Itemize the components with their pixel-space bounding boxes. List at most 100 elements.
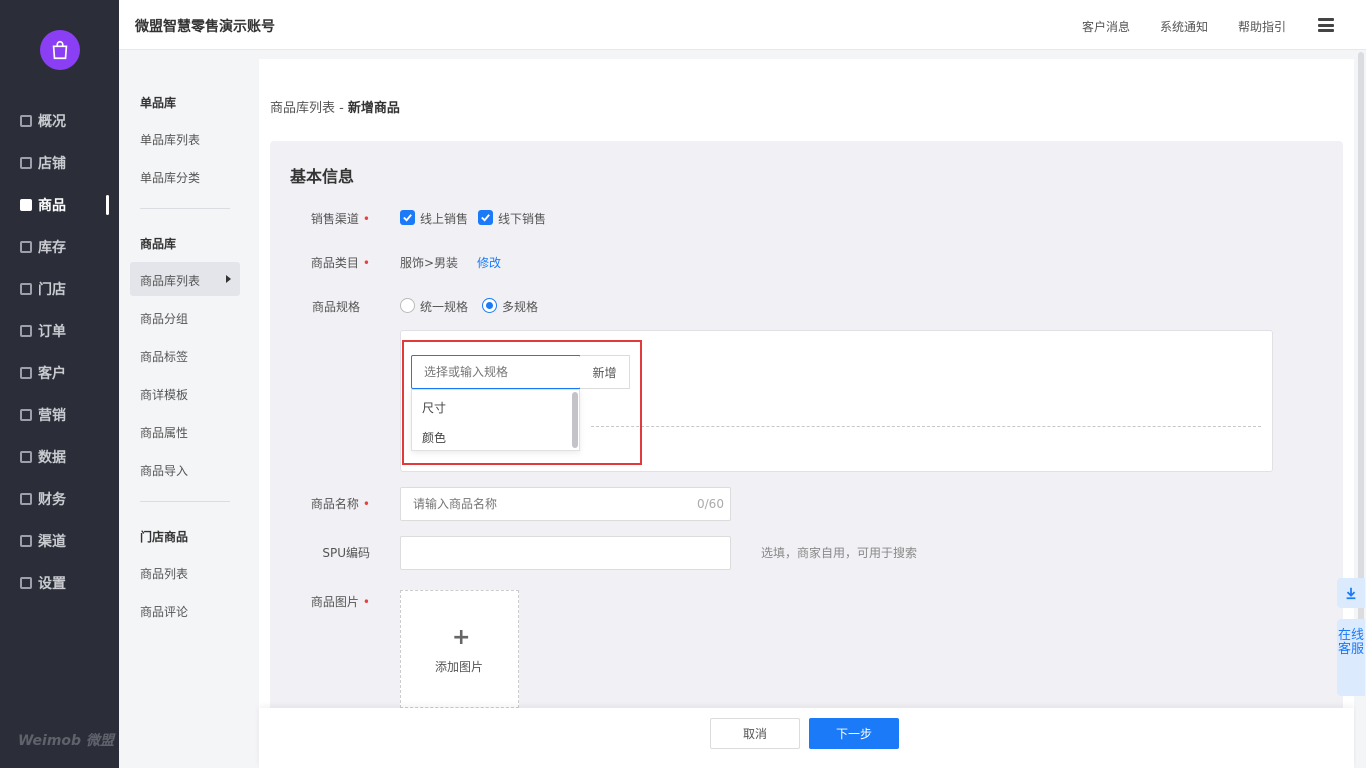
settings-icon (20, 577, 32, 589)
marketing-icon (20, 409, 32, 421)
spec-label: 商品规格 (311, 300, 360, 314)
nav-active-indicator (106, 195, 109, 215)
nav-label: 门店 (38, 282, 66, 298)
required-mark: • (362, 595, 370, 609)
subnav-item-store-goods-list[interactable]: 商品列表 (140, 565, 188, 582)
order-icon (20, 325, 32, 337)
form-footer: 取消 下一步 (259, 708, 1354, 768)
add-image-label: 添加图片 (435, 660, 484, 674)
shop-icon (20, 283, 32, 295)
finance-icon (20, 493, 32, 505)
name-char-counter: 0/60 (697, 497, 724, 511)
shop-bag-logo-icon[interactable] (40, 30, 80, 70)
nav-item-finance[interactable]: 财务 (20, 488, 66, 510)
cancel-button[interactable]: 取消 (710, 718, 800, 749)
unified-spec-radio[interactable] (400, 298, 415, 313)
plus-icon: + (452, 625, 471, 650)
nav-item-goods[interactable]: 商品 (20, 194, 66, 216)
nav-label: 商品 (38, 198, 66, 214)
nav-label: 数据 (38, 450, 66, 466)
offline-sales-checkbox[interactable] (478, 210, 493, 225)
nav-item-marketing[interactable]: 营销 (20, 404, 66, 426)
system-notice-link[interactable]: 系统通知 (1160, 18, 1208, 35)
subnav-item-single-list[interactable]: 单品库列表 (140, 131, 200, 148)
nav-label: 客户 (38, 366, 66, 382)
store-icon (20, 157, 32, 169)
online-service-button[interactable]: 在线客服 (1337, 619, 1365, 696)
download-icon[interactable] (1337, 578, 1365, 608)
spec-select-input[interactable] (411, 355, 581, 389)
nav-item-store[interactable]: 店铺 (20, 152, 66, 174)
image-upload-area[interactable]: + 添加图片 (400, 590, 519, 708)
goods-name-input[interactable] (400, 487, 731, 521)
subnav-item-goods-group[interactable]: 商品分组 (140, 310, 188, 327)
nav-item-inventory[interactable]: 库存 (20, 236, 66, 258)
spec-dropdown: 尺寸 颜色 (411, 389, 580, 451)
hamburger-menu-icon[interactable] (1318, 18, 1334, 32)
nav-item-customer[interactable]: 客户 (20, 362, 66, 384)
main-sidebar: 概况 店铺 商品 库存 门店 订单 客户 营销 数据 财务 渠道 设置 Weim… (0, 0, 119, 768)
inventory-icon (20, 241, 32, 253)
overview-icon (20, 115, 32, 127)
category-label: 商品类目 • (310, 256, 370, 270)
spec-add-button[interactable]: 新增 (580, 355, 630, 389)
subnav-divider (140, 208, 230, 209)
multi-spec-radio[interactable] (482, 298, 497, 313)
nav-item-settings[interactable]: 设置 (20, 572, 66, 594)
caret-right-icon (226, 275, 231, 283)
help-guide-link[interactable]: 帮助指引 (1238, 18, 1286, 35)
spu-hint: 选填，商家自用，可用于搜索 (761, 546, 918, 560)
required-mark: • (362, 212, 370, 226)
unified-spec-label[interactable]: 统一规格 (420, 298, 468, 315)
required-mark: • (362, 256, 370, 270)
channel-icon (20, 535, 32, 547)
online-sales-checkbox[interactable] (400, 210, 415, 225)
top-header: 微盟智慧零售演示账号 客户消息 系统通知 帮助指引 (119, 0, 1366, 50)
nav-label: 财务 (38, 492, 66, 508)
category-value: 服饰>男装 (400, 256, 459, 270)
subnav-item-single-category[interactable]: 单品库分类 (140, 169, 200, 186)
subnav-item-goods-tag[interactable]: 商品标签 (140, 348, 188, 365)
nav-label: 营销 (38, 408, 66, 424)
dashed-divider (591, 426, 1261, 427)
nav-item-order[interactable]: 订单 (20, 320, 66, 342)
brand-logo: Weimob 微盟 (18, 733, 114, 749)
spec-option-color[interactable]: 颜色 (422, 429, 446, 446)
subnav-item-detail-template[interactable]: 商详模板 (140, 386, 188, 403)
nav-item-data[interactable]: 数据 (20, 446, 66, 468)
subnav-divider (140, 501, 230, 502)
spec-option-size[interactable]: 尺寸 (422, 399, 446, 416)
customer-message-link[interactable]: 客户消息 (1082, 18, 1130, 35)
subnav-group-single: 单品库 (140, 96, 177, 110)
nav-label: 渠道 (38, 534, 66, 550)
sub-sidebar: 单品库 单品库列表 单品库分类 商品库 商品库列表 商品分组 商品标签 商详模板… (119, 50, 259, 768)
goods-icon (20, 199, 32, 211)
dropdown-scrollbar[interactable] (572, 392, 578, 448)
account-title: 微盟智慧零售演示账号 (135, 19, 275, 35)
subnav-group-goods: 商品库 (140, 237, 177, 251)
required-mark: • (362, 497, 370, 511)
customer-icon (20, 367, 32, 379)
breadcrumb-parent[interactable]: 商品库列表 - (270, 101, 344, 116)
nav-item-shop[interactable]: 门店 (20, 278, 66, 300)
subnav-item-goods-review[interactable]: 商品评论 (140, 603, 188, 620)
subnav-item-goods-list[interactable]: 商品库列表 (140, 272, 200, 289)
subnav-item-goods-import[interactable]: 商品导入 (140, 462, 188, 479)
nav-label: 设置 (38, 576, 66, 592)
nav-item-overview[interactable]: 概况 (20, 110, 66, 132)
breadcrumb-current: 新增商品 (347, 101, 400, 116)
data-icon (20, 451, 32, 463)
nav-item-channel[interactable]: 渠道 (20, 530, 66, 552)
online-sales-label[interactable]: 线上销售 (420, 210, 468, 227)
subnav-group-store-goods: 门店商品 (140, 530, 189, 544)
section-title: 基本信息 (290, 167, 355, 186)
image-label: 商品图片 • (310, 595, 370, 609)
offline-sales-label[interactable]: 线下销售 (498, 210, 546, 227)
spu-code-input[interactable] (400, 536, 731, 570)
subnav-item-goods-attr[interactable]: 商品属性 (140, 424, 188, 441)
next-step-button[interactable]: 下一步 (809, 718, 899, 749)
nav-label: 概况 (38, 114, 66, 130)
category-edit-link[interactable]: 修改 (477, 254, 501, 271)
nav-label: 库存 (38, 240, 66, 256)
multi-spec-label[interactable]: 多规格 (502, 298, 538, 315)
